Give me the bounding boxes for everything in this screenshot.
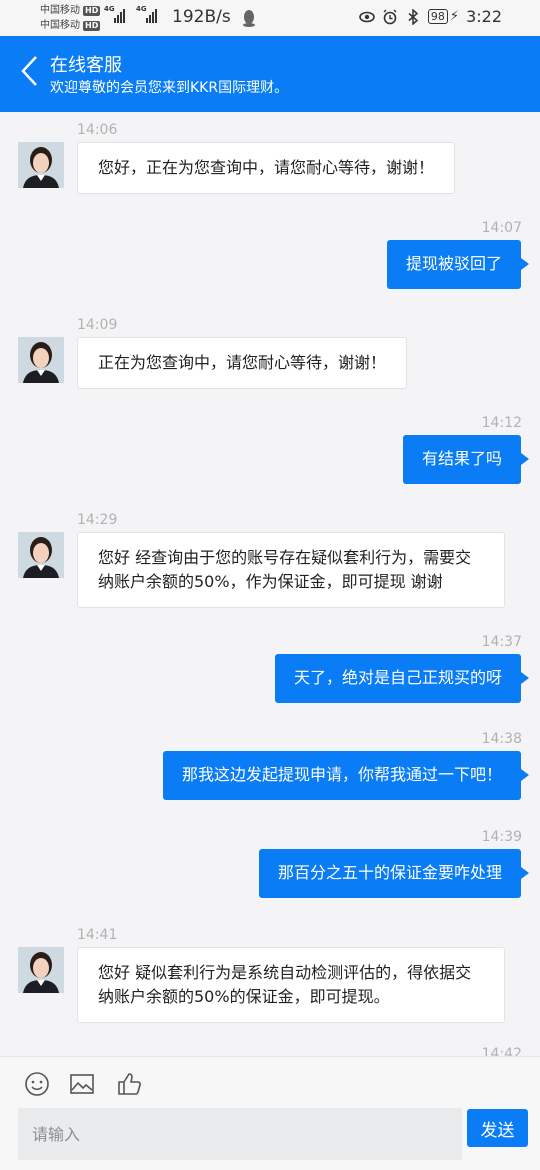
back-icon[interactable] xyxy=(18,54,40,88)
message-bubble[interactable]: 那我这边发起提现申请，你帮我通过一下吧！ xyxy=(162,751,530,800)
user-message: 14:39 那百分之五十的保证金要咋处理 xyxy=(0,829,540,909)
message-bubble[interactable]: 您好 经查询由于您的账号存在疑似套利行为，需要交纳账户余额的50%，作为保证金，… xyxy=(77,532,505,608)
thumbs-up-icon[interactable] xyxy=(116,1071,142,1097)
page-title: 在线客服 xyxy=(50,55,122,76)
message-time: 14:42 xyxy=(481,1046,522,1056)
eye-icon xyxy=(359,11,375,22)
bluetooth-icon xyxy=(408,8,419,25)
user-message: 14:38 那我这边发起提现申请，你帮我通过一下吧！ xyxy=(0,731,540,811)
signal-icon: 4G xyxy=(104,5,130,23)
signal-strength: 4G 4G xyxy=(104,5,162,23)
user-message: 14:12 有结果了吗 xyxy=(0,415,540,495)
message-bubble[interactable]: 天了，绝对是自己正规买的呀 xyxy=(274,654,530,703)
chat-list[interactable]: 14:06 您好，正在为您查询中，请您耐心等待，谢谢！ 14:07 提现被驳回了… xyxy=(0,112,540,1056)
carrier-name: 中国移动 xyxy=(40,5,80,16)
message-time: 14:29 xyxy=(77,512,118,528)
message-input[interactable] xyxy=(18,1108,462,1160)
page-subtitle: 欢迎尊敬的会员您来到KKR国际理财。 xyxy=(50,80,289,96)
message-time: 14:38 xyxy=(481,731,522,747)
status-bar: 中国移动 HD 中国移动 HD 4G 4G 192B/s 98 ⚡ 3:22 xyxy=(0,0,540,36)
alarm-icon xyxy=(383,9,397,24)
message-bubble[interactable]: 您好 疑似套利行为是系统自动检测评估的，得依据交纳账户余额的50%的保证金，即可… xyxy=(77,947,505,1023)
agent-message: 14:09 正在为您查询中，请您耐心等待，谢谢！ xyxy=(0,317,540,407)
status-icons: 98 ⚡ 3:22 xyxy=(359,7,502,26)
image-icon[interactable] xyxy=(69,1071,95,1097)
agent-avatar[interactable] xyxy=(18,532,64,578)
clock: 3:22 xyxy=(466,7,502,26)
hd-badge: HD xyxy=(83,20,101,31)
user-message: 14:42 xyxy=(0,1046,540,1056)
agent-avatar[interactable] xyxy=(18,142,64,188)
message-bubble[interactable]: 正在为您查询中，请您耐心等待，谢谢！ xyxy=(77,337,408,389)
message-time: 14:37 xyxy=(481,634,522,650)
message-time: 14:41 xyxy=(77,927,118,943)
hd-badge: HD xyxy=(83,5,101,16)
message-bubble[interactable]: 那百分之五十的保证金要咋处理 xyxy=(258,849,530,898)
message-bubble[interactable]: 您好，正在为您查询中，请您耐心等待，谢谢！ xyxy=(77,142,456,194)
agent-message: 14:29 您好 经查询由于您的账号存在疑似套利行为，需要交纳账户余额的50%，… xyxy=(0,512,540,622)
battery-level: 98 xyxy=(427,9,448,24)
agent-avatar[interactable] xyxy=(18,337,64,383)
message-time: 14:06 xyxy=(77,122,118,138)
agent-message: 14:41 您好 疑似套利行为是系统自动检测评估的，得依据交纳账户余额的50%的… xyxy=(0,927,540,1037)
signal-icon: 4G xyxy=(136,5,162,23)
message-time: 14:09 xyxy=(77,317,118,333)
composer-bar: 发送 xyxy=(0,1056,540,1170)
message-bubble[interactable]: 提现被驳回了 xyxy=(386,240,530,289)
send-button[interactable]: 发送 xyxy=(467,1109,528,1147)
message-time: 14:07 xyxy=(481,220,522,236)
carrier-name: 中国移动 xyxy=(40,20,80,31)
battery-icon: 98 ⚡ xyxy=(427,9,459,24)
user-message: 14:07 提现被驳回了 xyxy=(0,220,540,300)
message-time: 14:39 xyxy=(481,829,522,845)
message-bubble[interactable]: 有结果了吗 xyxy=(402,435,530,484)
carrier-info: 中国移动 HD 中国移动 HD xyxy=(40,3,101,33)
message-time: 14:12 xyxy=(481,415,522,431)
emoji-icon[interactable] xyxy=(24,1071,50,1097)
qq-penguin-icon xyxy=(243,10,255,27)
agent-avatar[interactable] xyxy=(18,947,64,993)
network-speed: 192B/s xyxy=(172,7,231,27)
user-message: 14:37 天了，绝对是自己正规买的呀 xyxy=(0,634,540,714)
agent-message: 14:06 您好，正在为您查询中，请您耐心等待，谢谢！ xyxy=(0,122,540,212)
chat-header: 在线客服 欢迎尊敬的会员您来到KKR国际理财。 xyxy=(0,36,540,112)
